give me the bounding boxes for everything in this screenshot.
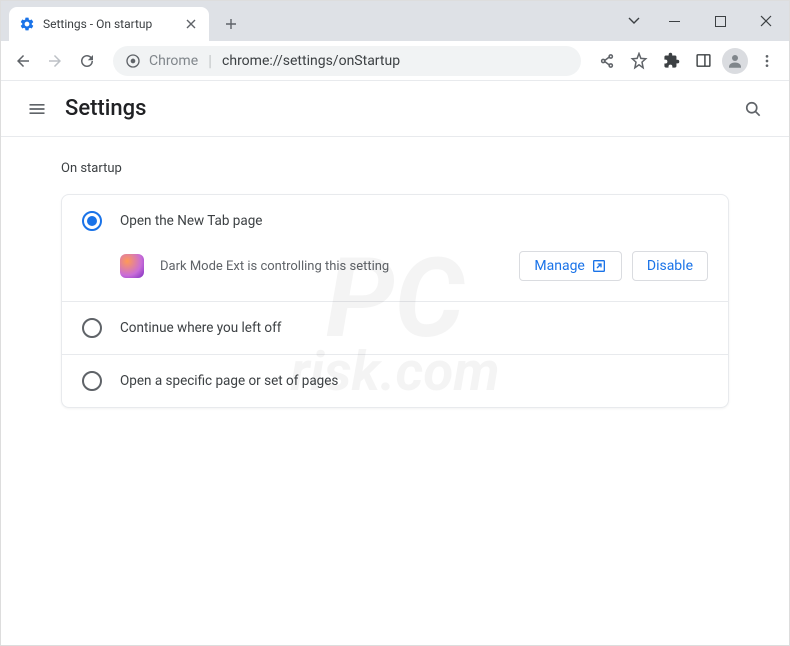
radio-selected-icon[interactable] (82, 211, 102, 231)
page-title: Settings (65, 96, 146, 121)
extensions-puzzle-icon[interactable] (657, 47, 685, 75)
extension-control-notice: Dark Mode Ext is controlling this settin… (62, 239, 728, 302)
settings-content: On startup Open the New Tab page Dark Mo… (1, 137, 789, 432)
option-continue[interactable]: Continue where you left off (62, 302, 728, 355)
reload-button[interactable] (73, 47, 101, 75)
tab-search-dropdown[interactable] (617, 1, 651, 41)
settings-gear-icon (19, 16, 35, 32)
forward-button[interactable] (41, 47, 69, 75)
radio-unselected-icon[interactable] (82, 318, 102, 338)
option-new-tab[interactable]: Open the New Tab page (62, 195, 728, 239)
hamburger-menu-icon[interactable] (17, 89, 57, 129)
bookmark-star-icon[interactable] (625, 47, 653, 75)
option-label: Continue where you left off (120, 320, 708, 336)
manage-button[interactable]: Manage (519, 251, 621, 281)
address-bar[interactable]: Chrome | chrome://settings/onStartup (113, 46, 581, 76)
chrome-icon (125, 53, 141, 69)
close-window-button[interactable] (743, 1, 789, 41)
more-menu-icon[interactable] (753, 47, 781, 75)
radio-unselected-icon[interactable] (82, 371, 102, 391)
back-button[interactable] (9, 47, 37, 75)
extension-notice-text: Dark Mode Ext is controlling this settin… (160, 259, 503, 274)
option-label: Open the New Tab page (120, 213, 708, 229)
minimize-button[interactable] (651, 1, 697, 41)
close-tab-icon[interactable] (183, 16, 199, 32)
section-title: On startup (61, 161, 729, 176)
disable-button-label: Disable (647, 258, 693, 274)
settings-header: Settings (1, 81, 789, 137)
side-panel-icon[interactable] (689, 47, 717, 75)
option-specific-pages[interactable]: Open a specific page or set of pages (62, 355, 728, 407)
maximize-button[interactable] (697, 1, 743, 41)
url-text: Chrome | chrome://settings/onStartup (149, 51, 400, 70)
option-label: Open a specific page or set of pages (120, 373, 708, 389)
open-external-icon (591, 258, 607, 274)
profile-avatar[interactable] (721, 47, 749, 75)
tab-title: Settings - On startup (43, 17, 175, 31)
share-icon[interactable] (593, 47, 621, 75)
browser-toolbar: Chrome | chrome://settings/onStartup (1, 41, 789, 81)
extension-app-icon (120, 254, 144, 278)
browser-tab[interactable]: Settings - On startup (9, 7, 209, 41)
disable-button[interactable]: Disable (632, 251, 708, 281)
search-settings-icon[interactable] (733, 89, 773, 129)
new-tab-button[interactable] (217, 10, 245, 38)
window-titlebar: Settings - On startup (1, 1, 789, 41)
avatar-icon (722, 48, 748, 74)
manage-button-label: Manage (534, 258, 584, 274)
startup-options-card: Open the New Tab page Dark Mode Ext is c… (61, 194, 729, 408)
